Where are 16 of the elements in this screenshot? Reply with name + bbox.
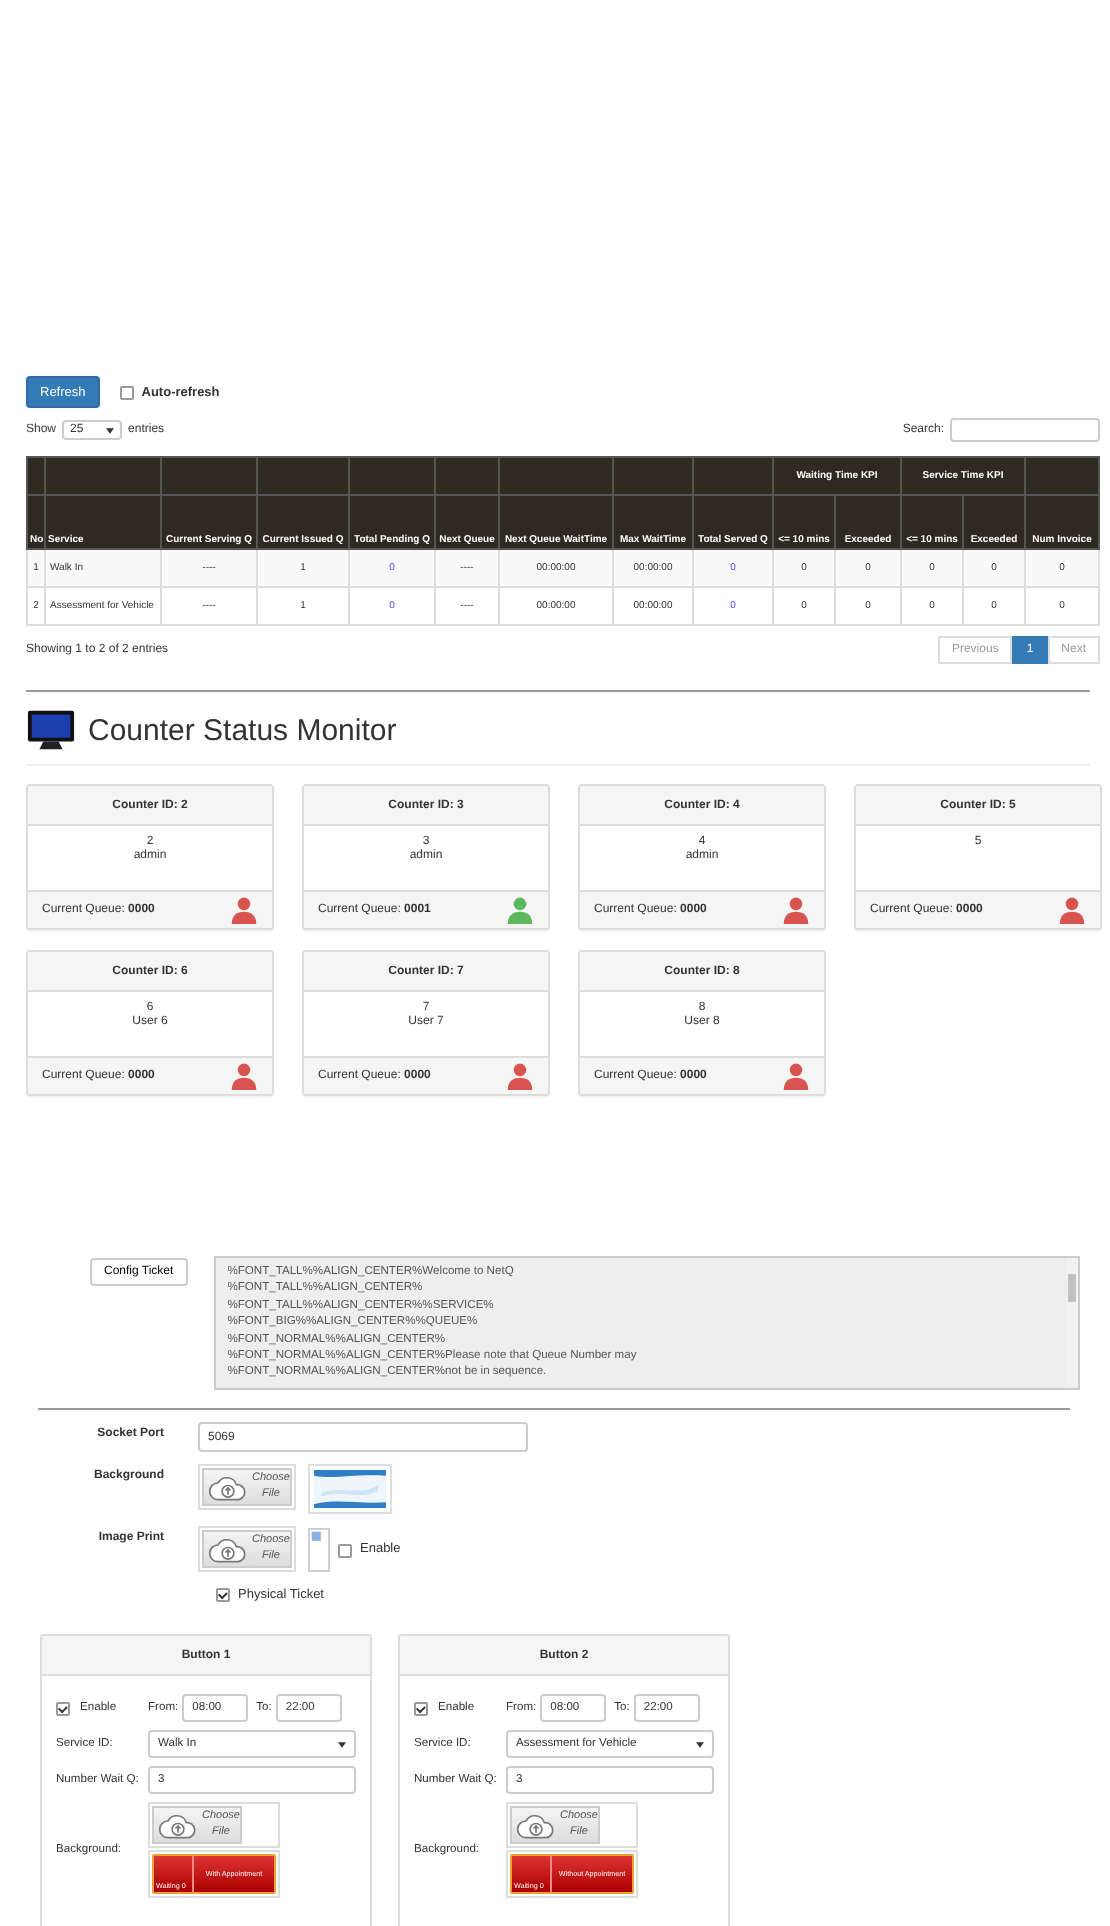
search-field[interactable] (950, 418, 1100, 442)
caret-icon (696, 1741, 704, 1747)
cloud-upload-icon (516, 1811, 556, 1839)
enable-checkbox[interactable] (56, 1701, 70, 1715)
caret-icon (106, 427, 115, 433)
cloud-upload-icon (208, 1535, 248, 1563)
cloud-upload-icon (208, 1473, 248, 1501)
enable-checkbox[interactable] (338, 1544, 352, 1558)
auto-refresh-checkbox[interactable] (119, 385, 134, 399)
section-title: Counter Status Monitor (88, 713, 397, 747)
physical-ticket-checkbox[interactable] (216, 1588, 230, 1602)
enable-checkbox[interactable] (414, 1701, 428, 1715)
cloud-upload-icon (158, 1811, 198, 1839)
monitor-icon (26, 708, 76, 752)
broken-image-icon (308, 1526, 330, 1574)
caret-icon (338, 1741, 346, 1747)
